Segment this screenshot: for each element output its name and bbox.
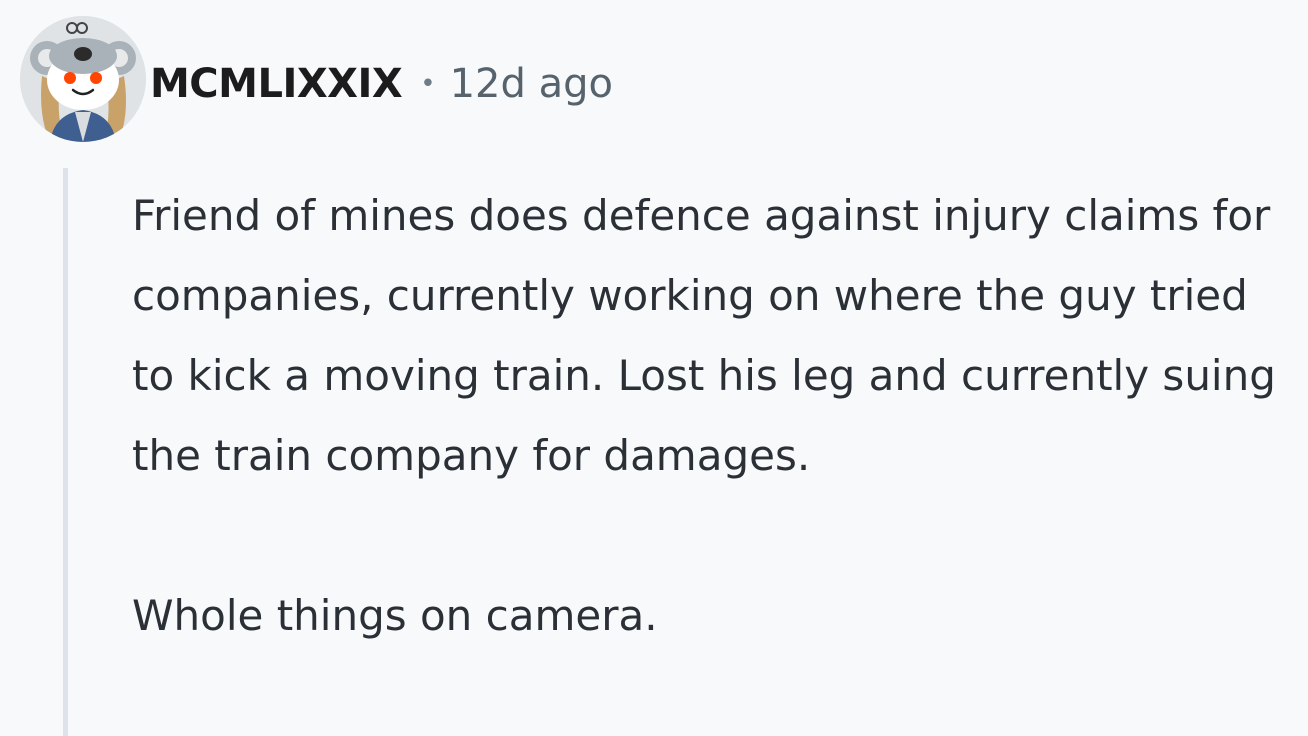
comment-meta: MCMLIXXIX • 12d ago xyxy=(150,56,613,112)
comment-paragraph: Whole things on camera. xyxy=(132,591,658,640)
comment: MCMLIXXIX • 12d ago Friend of mines does… xyxy=(0,0,1308,736)
comment-body: Friend of mines does defence against inj… xyxy=(132,176,1302,656)
avatar[interactable] xyxy=(20,16,146,142)
koala-snoo-avatar-icon xyxy=(20,16,146,142)
thread-collapse-line[interactable] xyxy=(63,168,68,736)
meta-separator: • xyxy=(420,69,436,99)
username-link[interactable]: MCMLIXXIX xyxy=(150,61,403,107)
timestamp[interactable]: 12d ago xyxy=(450,61,613,107)
comment-paragraph: Friend of mines does defence against inj… xyxy=(132,191,1276,480)
